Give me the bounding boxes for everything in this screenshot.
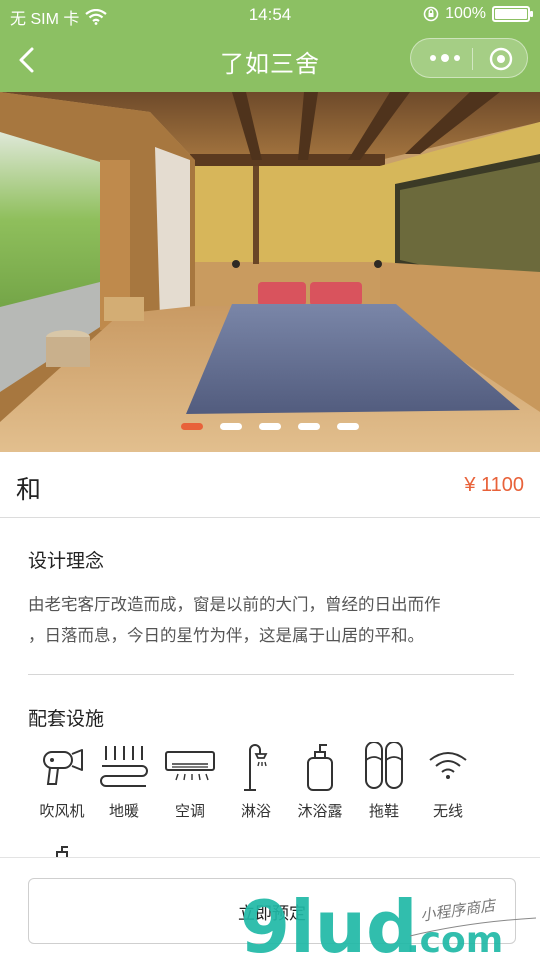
status-right: 100% xyxy=(423,5,533,23)
target-circle-icon[interactable] xyxy=(488,46,514,72)
hair-dryer-icon xyxy=(43,749,83,785)
room-header: 和 ¥ 1100 xyxy=(0,452,540,518)
room-photo-carousel[interactable] xyxy=(0,92,540,452)
status-bar: 无 SIM 卡 14:54 100% xyxy=(0,0,540,30)
room-photo xyxy=(0,92,540,452)
facilities-list: 吹风机 地暖 空调 淋浴 沐浴露 拖鞋 无线 xyxy=(28,742,528,832)
miniprogram-capsule xyxy=(410,38,528,78)
battery-level xyxy=(495,9,527,19)
slippers-icon xyxy=(365,742,403,789)
battery-icon xyxy=(492,6,533,22)
facility-label: 无线 xyxy=(432,802,463,820)
carousel-dot-5[interactable] xyxy=(337,423,359,430)
body-wash-icon xyxy=(307,744,333,791)
design-description: 由老宅客厅改造而成，窗是以前的大门，曾经的日出而作 ，日落而息，今日的星竹为伴，… xyxy=(28,589,508,651)
room-price: ¥ 1100 xyxy=(464,474,524,496)
wifi-icon xyxy=(429,752,467,779)
air-conditioner-icon xyxy=(165,751,215,781)
facilities-section-title: 配套设施 xyxy=(28,708,105,730)
carousel-dot-1[interactable] xyxy=(181,423,203,430)
design-text-line-1: 由老宅客厅改造而成，窗是以前的大门，曾经的日出而作 xyxy=(28,595,441,614)
more-dots-icon[interactable] xyxy=(425,48,465,68)
design-section-title: 设计理念 xyxy=(28,550,105,572)
facility-wifi: 无线 xyxy=(414,742,482,830)
carousel-indicator xyxy=(0,423,540,430)
battery-percent: 100% xyxy=(445,5,486,22)
floor-heating-icon xyxy=(100,746,148,787)
nav-bar: 了如三舍 xyxy=(0,30,540,92)
carousel-dot-2[interactable] xyxy=(220,423,242,430)
design-text-line-2: ，日落而息，今日的星竹为伴，这是属于山居的平和。 xyxy=(28,626,424,645)
shower-icon xyxy=(244,744,268,791)
bottom-bar: 立即预定 xyxy=(0,857,540,960)
carousel-dot-3[interactable] xyxy=(259,423,281,430)
orientation-lock-icon xyxy=(423,6,439,22)
carousel-dot-4[interactable] xyxy=(298,423,320,430)
book-now-button[interactable]: 立即预定 xyxy=(28,878,516,944)
section-divider xyxy=(28,674,514,675)
top-bar: 无 SIM 卡 14:54 100% 了如三舍 xyxy=(0,0,540,92)
capsule-divider xyxy=(472,48,473,70)
room-name: 和 xyxy=(16,475,42,504)
